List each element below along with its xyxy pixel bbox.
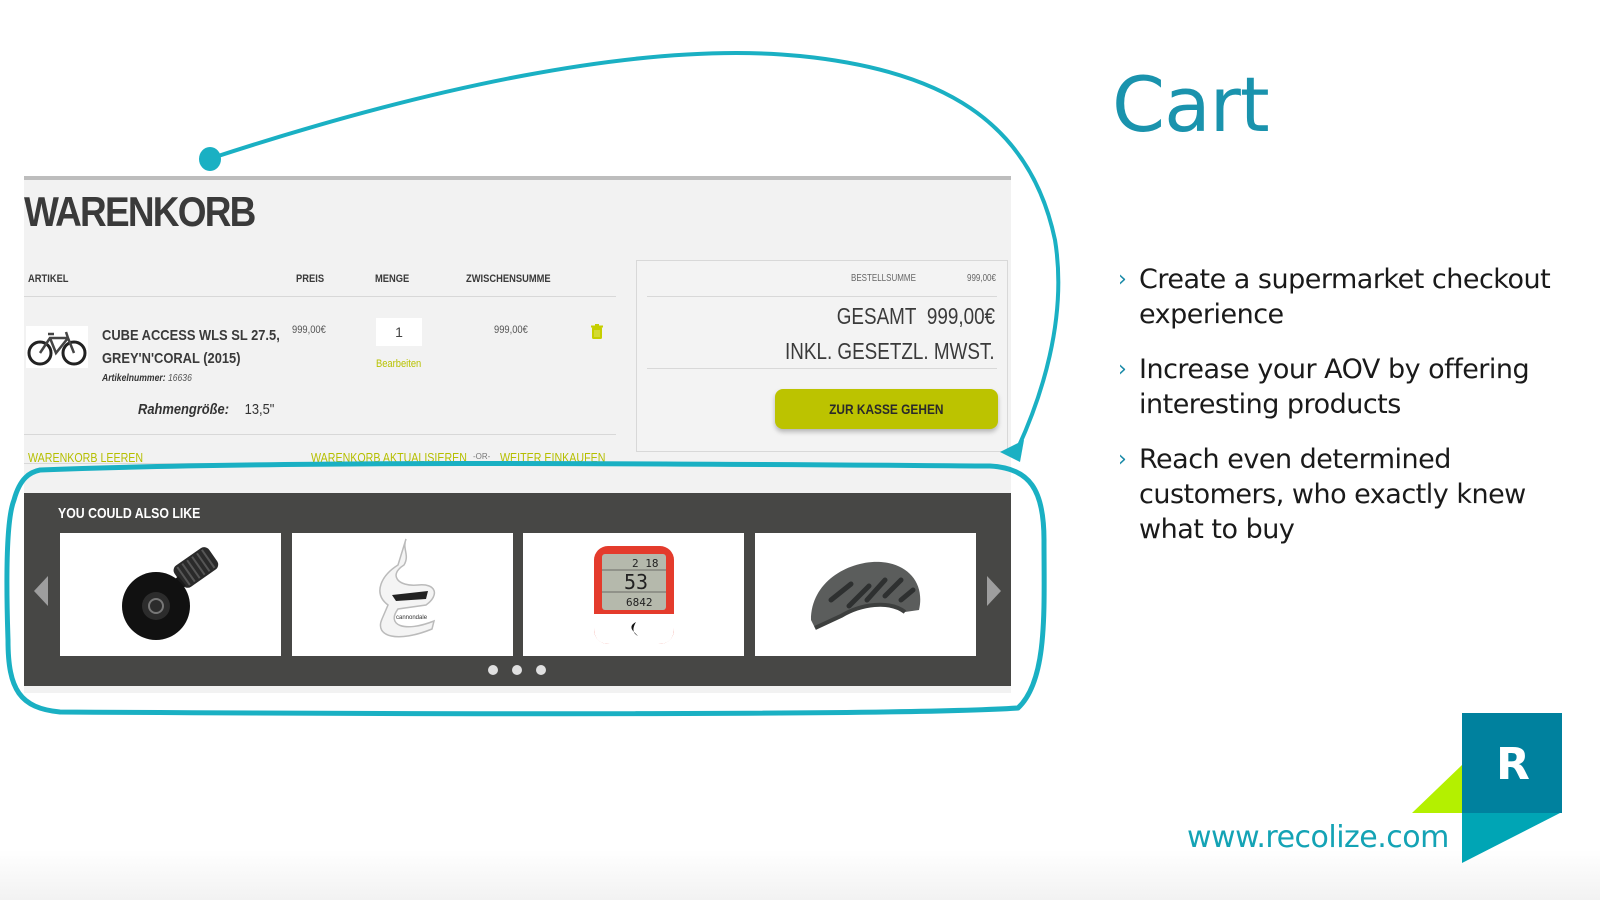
divider xyxy=(647,368,997,369)
article-number: Artikelnummer: 16636 xyxy=(102,373,192,384)
svg-text:cannondale: cannondale xyxy=(396,615,428,621)
carousel-dot[interactable] xyxy=(488,665,498,675)
article-number-label: Artikelnummer: xyxy=(102,373,166,384)
recommended-product[interactable] xyxy=(60,533,281,656)
trash-icon[interactable] xyxy=(591,324,603,340)
grand-total-label: GESAMT xyxy=(836,303,917,329)
recommended-product[interactable]: cannondale xyxy=(292,533,513,656)
bullet-item: › Create a supermarket checkout experienc… xyxy=(1118,262,1588,332)
divider xyxy=(24,463,616,464)
divider xyxy=(24,296,616,297)
article-number-value: 16636 xyxy=(167,373,192,384)
grand-total-value: 999,00€ xyxy=(926,303,995,329)
order-summary: BESTELLSUMME 999,00€ GESAMT 999,00€ INKL… xyxy=(636,260,1008,452)
edit-link[interactable]: Bearbeiten xyxy=(376,358,421,370)
recommended-product[interactable] xyxy=(755,533,976,656)
product-name-line1: CUBE ACCESS WLS SL 27.5, xyxy=(102,327,280,344)
bullet-item: › Reach even determined customers, who ex… xyxy=(1118,442,1588,547)
bike-computer-icon: 2 18 53 6842 xyxy=(593,545,674,644)
quantity-input[interactable] xyxy=(376,318,422,346)
order-total-value: 999,00€ xyxy=(967,273,996,284)
grand-total: GESAMT 999,00€ xyxy=(837,303,995,330)
bullet-item: › Increase your AOV by offering interesti… xyxy=(1118,352,1588,422)
chevron-right-icon: › xyxy=(1118,447,1127,472)
divider xyxy=(647,296,997,297)
chevron-right-icon: › xyxy=(1118,357,1127,382)
computer-display-speed: 53 xyxy=(624,570,648,594)
item-subtotal: 999,00€ xyxy=(494,324,528,336)
annotation-start-dot xyxy=(199,147,221,171)
computer-display-top: 2 18 xyxy=(632,557,659,570)
computer-display-distance: 6842 xyxy=(626,596,653,609)
frame-size: Rahmengröße: 13,5" xyxy=(138,401,274,418)
checkout-button-label: ZUR KASSE GEHEN xyxy=(829,401,944,417)
carousel-dot[interactable] xyxy=(512,665,522,675)
item-price: 999,00€ xyxy=(292,324,326,336)
bullet-text: Create a supermarket checkout experience xyxy=(1139,264,1551,330)
bottle-cage-icon: cannondale xyxy=(378,538,435,637)
carousel-pagination xyxy=(488,665,546,675)
bike-helmet-icon xyxy=(810,561,920,630)
recommendation-title: YOU COULD ALSO LIKE xyxy=(58,505,201,522)
or-separator: -OR- xyxy=(473,452,491,461)
chevron-right-icon: › xyxy=(1118,267,1127,292)
column-header-subtotal: ZWISCHENSUMME xyxy=(466,273,551,285)
column-header-quantity: MENGE xyxy=(375,273,410,285)
carousel-next-arrow-icon[interactable] xyxy=(987,576,1001,606)
slide-title: Cart xyxy=(1112,60,1270,149)
column-header-article: ARTIKEL xyxy=(28,273,69,285)
logo-letter: R xyxy=(1496,739,1530,790)
bullet-text: Reach even determined customers, who exa… xyxy=(1139,444,1526,545)
product-name-line2: GREY'N'CORAL (2015) xyxy=(102,350,241,367)
cart-page-title: WARENKORB xyxy=(24,188,256,235)
frame-size-value: 13,5" xyxy=(244,401,275,418)
order-total-label: BESTELLSUMME xyxy=(851,273,916,284)
bullet-list: › Create a supermarket checkout experienc… xyxy=(1118,262,1588,567)
tax-note: INKL. GESETZL. MWST. xyxy=(785,338,995,364)
divider xyxy=(24,434,616,435)
carousel-dot[interactable] xyxy=(536,665,546,675)
bike-bell-icon xyxy=(121,546,218,640)
cart-screenshot: WARENKORB ARTIKEL PREIS MENGE ZWISCHENSU… xyxy=(24,176,1011,693)
recolize-logo-icon: R xyxy=(1412,713,1562,863)
recommended-product[interactable]: 2 18 53 6842 xyxy=(523,533,744,656)
bicycle-icon[interactable] xyxy=(26,326,88,368)
product-name[interactable]: CUBE ACCESS WLS SL 27.5, GREY'N'CORAL (2… xyxy=(102,324,280,370)
recommendation-carousel: YOU COULD ALSO LIKE cannondale 2 18 53 6… xyxy=(24,493,1011,686)
column-header-price: PREIS xyxy=(296,273,325,285)
checkout-button[interactable]: ZUR KASSE GEHEN xyxy=(775,389,998,429)
bullet-text: Increase your AOV by offering interestin… xyxy=(1139,354,1530,420)
frame-size-label: Rahmengröße: xyxy=(138,401,230,418)
carousel-prev-arrow-icon[interactable] xyxy=(34,576,48,606)
